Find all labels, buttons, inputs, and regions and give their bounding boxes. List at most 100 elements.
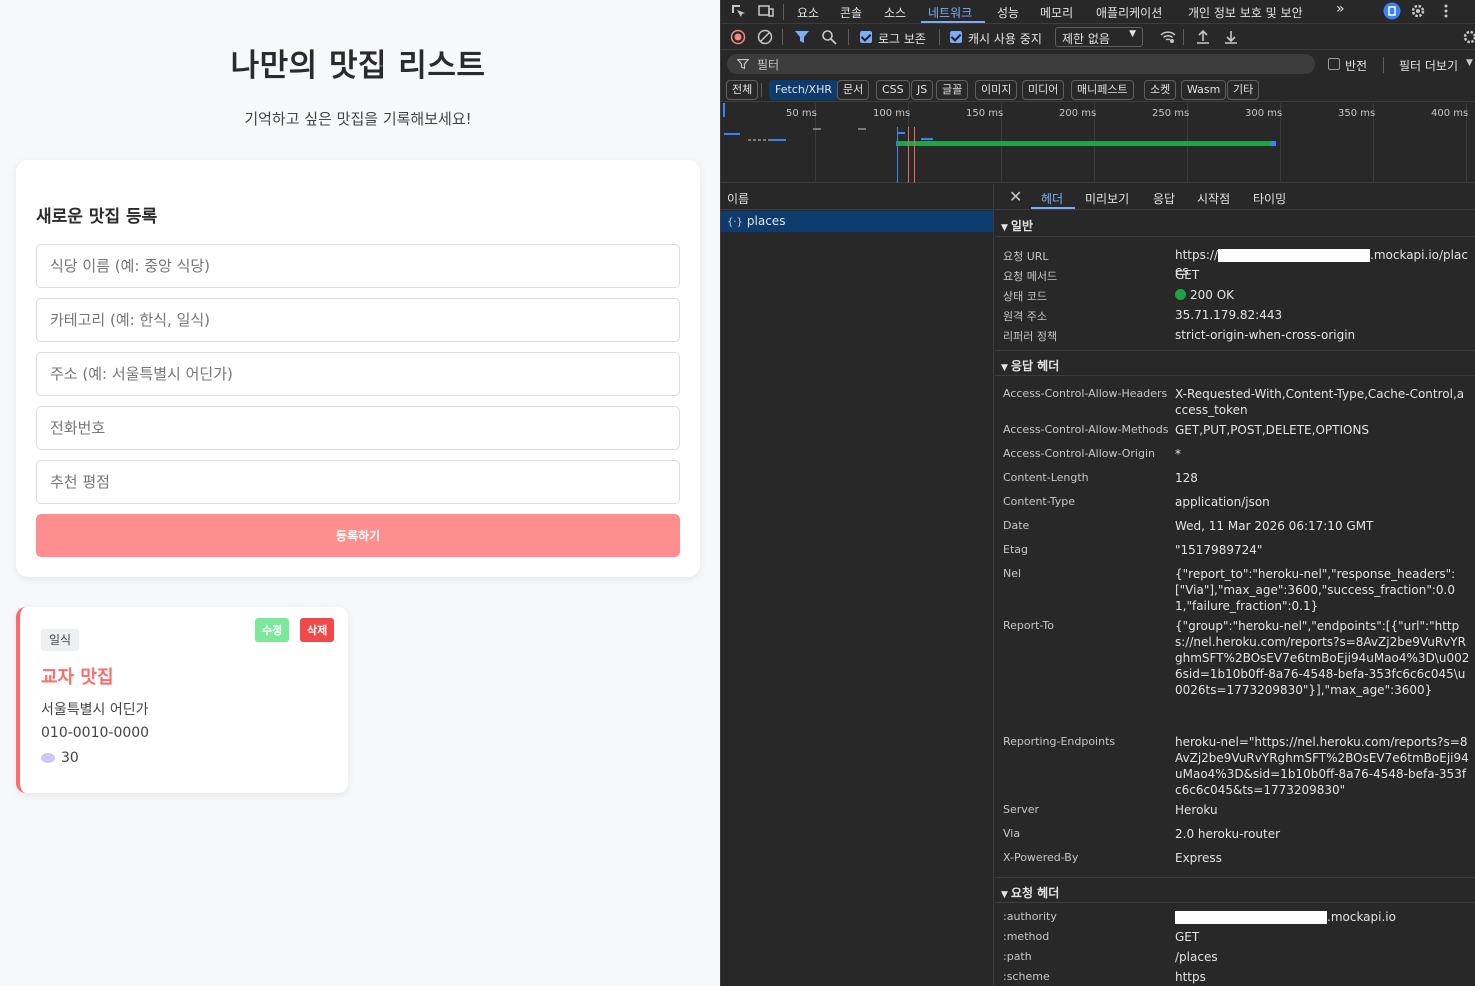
header-value: {"report_to":"heroku-nel","response_head… [1175, 567, 1456, 613]
type-manifest[interactable]: 매니페스트 [1071, 80, 1134, 100]
type-font[interactable]: 글꼴 [936, 80, 969, 100]
close-icon[interactable]: ✕ [1009, 187, 1022, 206]
disable-cache-checkbox[interactable] [950, 31, 962, 43]
dom-content-loaded-line [897, 127, 898, 183]
filter-icon [737, 58, 749, 70]
more-tabs-icon[interactable]: » [1336, 1, 1345, 17]
timeline-bar [771, 139, 786, 141]
tab-headers[interactable]: 헤더 [1041, 190, 1063, 207]
record-stop-icon[interactable] [730, 29, 746, 45]
header-name: :method [1003, 930, 1050, 943]
authority-value: .mockapi.io [1175, 909, 1470, 925]
tab-privacy-security[interactable]: 개인 정보 보호 및 보안 [1188, 4, 1303, 21]
rating-value: 30 [61, 750, 79, 766]
type-doc[interactable]: 문서 [837, 80, 870, 100]
type-img[interactable]: 이미지 [975, 80, 1018, 100]
expand-triangle-icon: ▼ [1001, 223, 1008, 233]
tab-preview[interactable]: 미리보기 [1085, 190, 1129, 207]
name-column-header[interactable]: 이름 [721, 184, 994, 210]
ai-assistant-icon[interactable] [1383, 2, 1401, 20]
edit-button[interactable]: 수정 [255, 618, 290, 642]
header-name: Content-Length [1003, 471, 1089, 484]
invert-label: 반전 [1345, 59, 1368, 73]
delete-button[interactable]: 삭제 [300, 618, 335, 642]
tab-performance[interactable]: 성능 [997, 4, 1019, 21]
header-value: heroku-nel="https://nel.heroku.com/repor… [1175, 735, 1469, 797]
speech-bubble-icon [41, 753, 55, 763]
status-text: 200 OK [1190, 288, 1235, 302]
general-section-header[interactable]: ▼ 일반 [995, 211, 1475, 237]
place-name: 교자 맛집 [41, 667, 114, 688]
tab-response[interactable]: 응답 [1153, 190, 1175, 207]
tab-network[interactable]: 네트워크 [928, 4, 972, 21]
place-phone: 010-0010-0000 [41, 725, 150, 741]
phone-input[interactable] [36, 406, 680, 450]
type-js[interactable]: JS [911, 80, 934, 100]
network-conditions-icon[interactable] [1160, 29, 1176, 45]
active-detail-tab-indicator [1031, 207, 1075, 209]
category-input[interactable] [36, 298, 680, 342]
response-headers-section-header[interactable]: ▼ 응답 헤더 [995, 350, 1475, 376]
type-media[interactable]: 미디어 [1022, 80, 1065, 100]
url-prefix: https:// [1175, 248, 1219, 262]
rating-input[interactable] [36, 460, 680, 504]
tick-label: 400 ms [1431, 108, 1469, 119]
tab-initiator[interactable]: 시작점 [1197, 190, 1230, 207]
more-filters-dropdown[interactable]: 필터 더보기 [1399, 57, 1458, 74]
header-value: GET [1175, 268, 1200, 282]
clear-icon[interactable] [757, 29, 773, 45]
device-toggle-icon[interactable] [758, 3, 774, 19]
header-value: Wed, 11 Mar 2026 06:17:10 GMT [1175, 519, 1374, 533]
network-settings-icon[interactable] [1462, 29, 1475, 45]
invert-checkbox[interactable] [1328, 58, 1340, 70]
type-wasm[interactable]: Wasm [1181, 80, 1227, 100]
form-heading: 새로운 맛집 등록 [36, 207, 158, 227]
tick-label: 350 ms [1338, 108, 1376, 119]
type-fetch-xhr[interactable]: Fetch/XHR [769, 80, 838, 100]
search-icon[interactable] [821, 29, 837, 45]
type-other[interactable]: 기타 [1227, 80, 1260, 100]
kebab-menu-icon[interactable] [1438, 3, 1454, 19]
submit-button[interactable]: 등록하기 [36, 514, 680, 557]
header-name: X-Powered-By [1003, 851, 1079, 864]
authority-suffix: .mockapi.io [1327, 910, 1396, 924]
header-name: :path [1003, 950, 1032, 963]
filter-bar: 필터 반전 필터 더보기 ▼ [721, 51, 1475, 77]
tab-application[interactable]: 애플리케이션 [1096, 4, 1162, 21]
request-row[interactable]: {·} places [721, 211, 993, 232]
header-value: {"group":"heroku-nel","endpoints":[{"url… [1175, 619, 1470, 697]
import-har-icon[interactable] [1195, 29, 1211, 45]
export-har-icon[interactable] [1223, 29, 1239, 45]
request-list: 이름 {·} places [721, 184, 994, 986]
detail-tabs: ✕ 헤더 미리보기 응답 시작점 타이밍 [995, 184, 1475, 210]
place-address: 서울특별시 어딘가 [41, 702, 149, 718]
name-input[interactable] [36, 244, 680, 288]
header-name: Reporting-Endpoints [1003, 735, 1116, 748]
request-headers-section-header[interactable]: ▼ 요청 헤더 [995, 877, 1475, 903]
type-all[interactable]: 전체 [726, 80, 759, 100]
header-value: GET,PUT,POST,DELETE,OPTIONS [1175, 423, 1370, 437]
timeline-overview[interactable]: 50 ms 100 ms 150 ms 200 ms 250 ms 300 ms… [721, 103, 1475, 183]
filter-funnel-icon[interactable] [794, 29, 810, 45]
filter-input[interactable]: 필터 [727, 54, 1315, 74]
tab-memory[interactable]: 메모리 [1040, 4, 1073, 21]
new-place-form: 새로운 맛집 등록 등록하기 [16, 160, 700, 577]
tick-label: 300 ms [1245, 108, 1283, 119]
header-name: Date [1003, 519, 1030, 532]
tab-elements[interactable]: 요소 [797, 4, 819, 21]
address-input[interactable] [36, 352, 680, 396]
header-value: "1517989724" [1175, 543, 1263, 557]
type-socket[interactable]: 소켓 [1144, 80, 1177, 100]
header-name: 요청 메서드 [1003, 270, 1058, 283]
app-page: 나만의 맛집 리스트 기억하고 싶은 맛집을 기록해보세요! 새로운 맛집 등록… [0, 0, 720, 986]
tab-sources[interactable]: 소스 [884, 4, 906, 21]
throttle-select[interactable]: 제한 없음 ▼ [1055, 27, 1143, 47]
header-value: 128 [1175, 471, 1198, 485]
settings-gear-icon[interactable] [1410, 3, 1426, 19]
inspect-icon[interactable] [730, 3, 746, 19]
type-css[interactable]: CSS [876, 80, 910, 100]
tab-timing[interactable]: 타이밍 [1253, 190, 1286, 207]
tab-console[interactable]: 콘솔 [840, 4, 862, 21]
preserve-log-checkbox[interactable] [860, 31, 872, 43]
chevron-down-icon: ▼ [1466, 58, 1473, 68]
